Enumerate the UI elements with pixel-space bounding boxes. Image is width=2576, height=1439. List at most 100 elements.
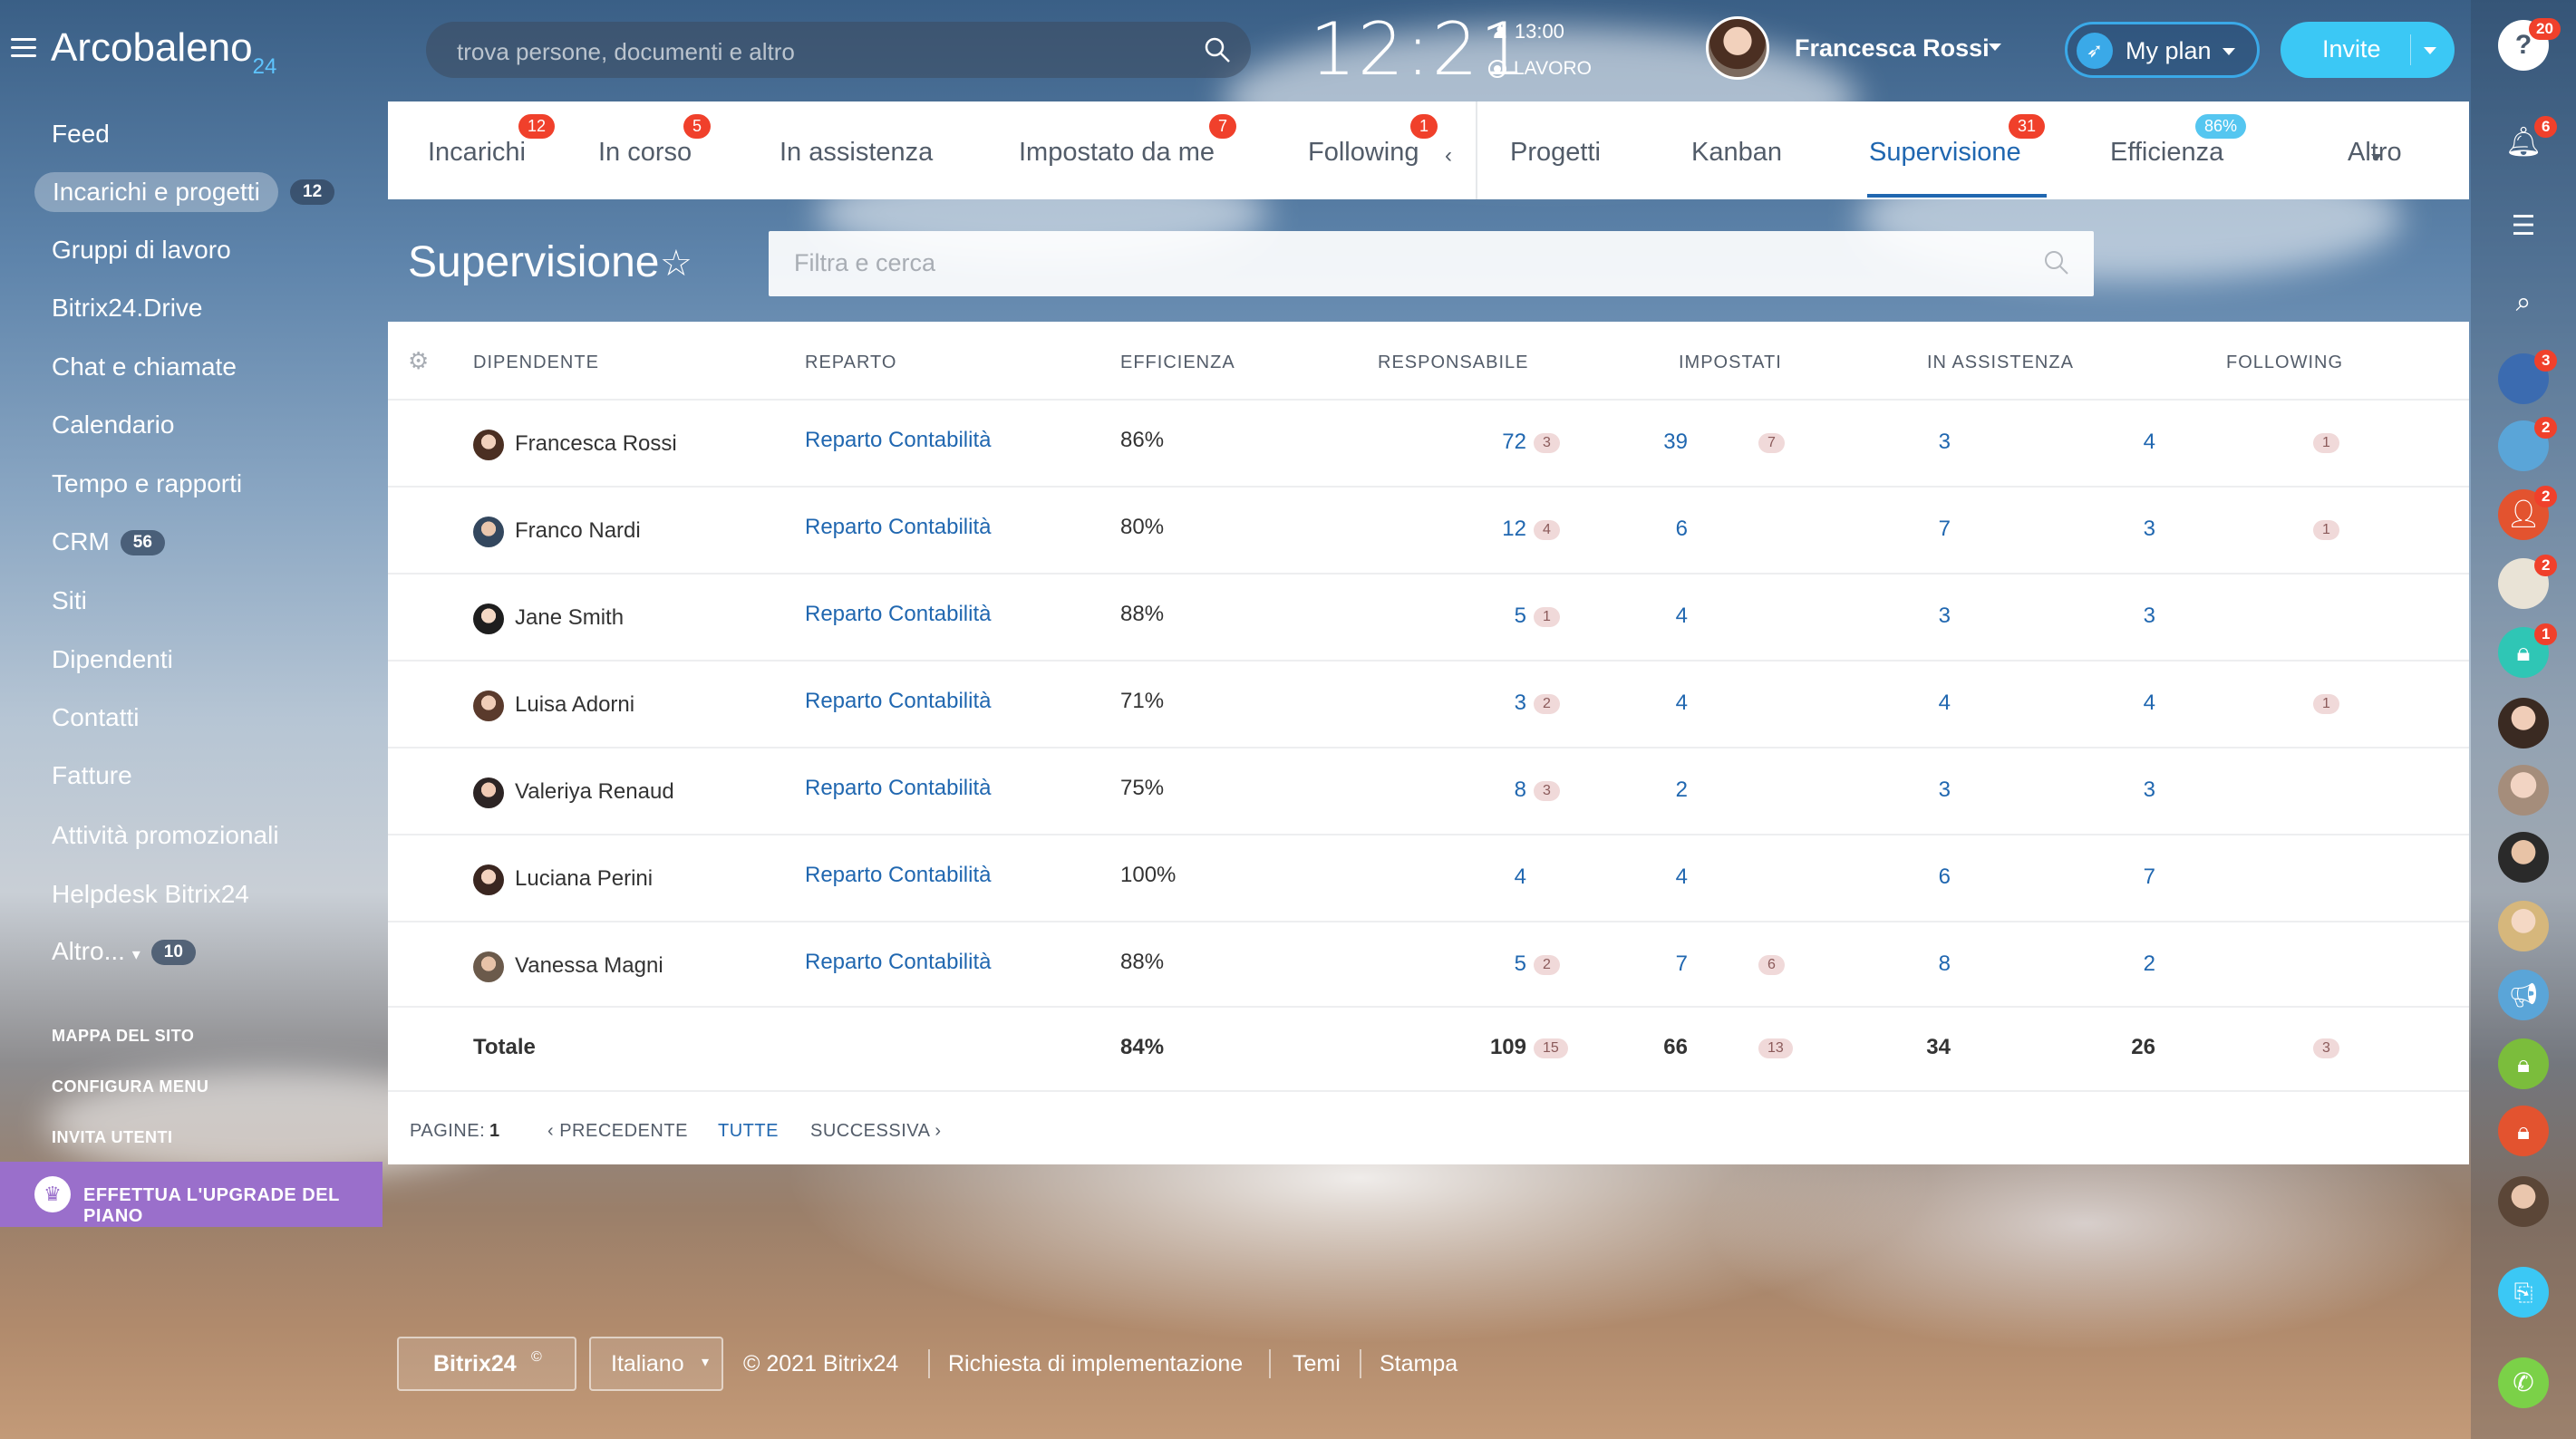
employee-name[interactable]: Francesca Rossi [515, 431, 677, 457]
department-link[interactable]: Reparto Contabilità [805, 950, 991, 975]
work-status[interactable]: LAVORO [1488, 58, 1592, 80]
set-count[interactable]: 39 [1663, 430, 1688, 455]
tab-altro[interactable]: Altro [2348, 138, 2402, 168]
column-header[interactable]: DIPENDENTE [473, 353, 599, 373]
set-count[interactable]: 4 [1676, 864, 1688, 890]
department-link[interactable]: Reparto Contabilità [805, 602, 991, 627]
gear-icon[interactable]: ⚙ [408, 347, 429, 375]
pager-next[interactable]: SUCCESSIVA › [810, 1121, 942, 1142]
following-count[interactable]: 3 [2144, 517, 2155, 542]
department-link[interactable]: Reparto Contabilità [805, 428, 991, 453]
invite-button[interactable]: Invite [2281, 22, 2455, 78]
assist-count[interactable]: 3 [1939, 430, 1951, 455]
tab-incarichi[interactable]: Incarichi [428, 138, 526, 168]
tab-kanban[interactable]: Kanban [1691, 138, 1782, 168]
my-plan-button[interactable]: ➶ My plan [2065, 22, 2260, 78]
pager-prev[interactable]: ‹ PRECEDENTE [547, 1121, 688, 1142]
tab-progetti[interactable]: Progetti [1510, 138, 1601, 168]
chevron-down-icon[interactable] [2424, 47, 2436, 54]
sidebar-item-drive[interactable]: Bitrix24.Drive [52, 294, 202, 323]
employee-name[interactable]: Luciana Perini [515, 866, 653, 892]
avatar[interactable] [473, 691, 504, 721]
assist-count[interactable]: 6 [1939, 864, 1951, 890]
footer-link-print[interactable]: Stampa [1380, 1351, 1457, 1377]
footer-logo-button[interactable]: Bitrix24 © [397, 1337, 576, 1391]
tab-following[interactable]: Following [1308, 138, 1419, 168]
star-icon[interactable]: ☆ [660, 243, 692, 285]
set-count[interactable]: 6 [1676, 517, 1688, 542]
assist-count[interactable]: 7 [1939, 517, 1951, 542]
column-header[interactable]: REPARTO [805, 353, 896, 373]
following-count[interactable]: 3 [2144, 777, 2155, 803]
avatar[interactable] [473, 430, 504, 460]
avatar[interactable] [473, 604, 504, 634]
employee-name[interactable]: Valeriya Renaud [515, 779, 674, 805]
sidebar-item-employees[interactable]: Dipendenti [52, 645, 173, 674]
sidebar-item-sites[interactable]: Siti [52, 586, 87, 615]
avatar[interactable] [473, 951, 504, 982]
sitemap-link[interactable]: MAPPA DEL SITO [52, 1027, 194, 1046]
employee-name[interactable]: Vanessa Magni [515, 953, 663, 979]
chat-avatar[interactable] [2498, 901, 2549, 951]
assist-count[interactable]: 4 [1939, 691, 1951, 716]
invite-users-link[interactable]: INVITA UTENTI [52, 1128, 173, 1147]
chevron-down-icon[interactable] [2371, 154, 2382, 160]
column-header[interactable]: FOLLOWING [2226, 353, 2343, 373]
avatar[interactable] [473, 864, 504, 895]
phone-icon[interactable]: ✆ [2498, 1357, 2549, 1408]
responsible-count[interactable]: 3 [1515, 691, 1526, 716]
language-select[interactable]: Italiano ▾ [589, 1337, 723, 1391]
following-count[interactable]: 4 [2144, 430, 2155, 455]
global-search[interactable]: trova persone, documenti e altro [426, 22, 1251, 78]
tab-impostato-da-me[interactable]: Impostato da me [1019, 138, 1215, 168]
chat-list-icon[interactable]: ☰ [2498, 201, 2549, 252]
employee-name[interactable]: Jane Smith [515, 605, 624, 631]
megaphone-icon[interactable]: 📢︎ [2498, 970, 2549, 1020]
avatar[interactable] [473, 517, 504, 547]
column-header[interactable]: IN ASSISTENZA [1927, 353, 2074, 373]
sidebar-item-crm[interactable]: CRM 56 [52, 527, 165, 556]
department-link[interactable]: Reparto Contabilità [805, 689, 991, 714]
responsible-count[interactable]: 12 [1502, 517, 1526, 542]
responsible-count[interactable]: 8 [1515, 777, 1526, 803]
responsible-count[interactable]: 5 [1515, 951, 1526, 977]
sidebar-item-more[interactable]: Altro... ▾ 10 [52, 937, 196, 966]
filter-input[interactable]: Filtra e cerca [794, 249, 935, 277]
tab-in-corso[interactable]: In corso [598, 138, 692, 168]
column-header[interactable]: IMPOSTATI [1679, 353, 1782, 373]
following-count[interactable]: 7 [2144, 864, 2155, 890]
sidebar-item-invoices[interactable]: Fatture [52, 761, 132, 790]
user-name[interactable]: Francesca Rossi [1795, 34, 1990, 63]
user-avatar[interactable] [1706, 16, 1769, 80]
configure-menu-link[interactable]: CONFIGURA MENU [52, 1077, 208, 1096]
sidebar-item-promotions[interactable]: Attività promozionali [52, 821, 279, 850]
search-icon[interactable] [1204, 36, 1231, 63]
set-count[interactable]: 2 [1676, 777, 1688, 803]
assist-count[interactable]: 3 [1939, 777, 1951, 803]
assist-count[interactable]: 8 [1939, 951, 1951, 977]
sidebar-item-helpdesk[interactable]: Helpdesk Bitrix24 [52, 880, 249, 909]
menu-icon[interactable] [11, 38, 36, 58]
search-icon[interactable]: ⌕ [2498, 277, 2549, 328]
sidebar-item-workgroups[interactable]: Gruppi di lavoro [52, 236, 231, 265]
avatar[interactable] [473, 777, 504, 808]
column-header[interactable]: EFFICIENZA [1120, 353, 1235, 373]
lock-icon[interactable]: 🔒︎ [2498, 1106, 2549, 1156]
responsible-count[interactable]: 4 [1515, 864, 1526, 890]
following-count[interactable]: 2 [2144, 951, 2155, 977]
exit-icon[interactable]: ⎘ [2498, 1267, 2549, 1318]
employee-name[interactable]: Franco Nardi [515, 518, 641, 544]
following-count[interactable]: 3 [2144, 604, 2155, 629]
chevron-down-icon[interactable] [1989, 43, 2001, 51]
alarm-time[interactable]: ♟ 13:00 [1491, 20, 1564, 43]
footer-link-themes[interactable]: Temi [1293, 1351, 1341, 1377]
following-count[interactable]: 4 [2144, 691, 2155, 716]
lock-icon[interactable]: 🔒︎ [2498, 1038, 2549, 1089]
pager-all[interactable]: TUTTE [718, 1121, 779, 1142]
search-icon[interactable] [2043, 249, 2070, 276]
department-link[interactable]: Reparto Contabilità [805, 776, 991, 801]
chat-avatar[interactable] [2498, 1176, 2549, 1227]
sidebar-item-contacts[interactable]: Contatti [52, 703, 140, 732]
chat-avatar[interactable] [2498, 832, 2549, 883]
responsible-count[interactable]: 5 [1515, 604, 1526, 629]
